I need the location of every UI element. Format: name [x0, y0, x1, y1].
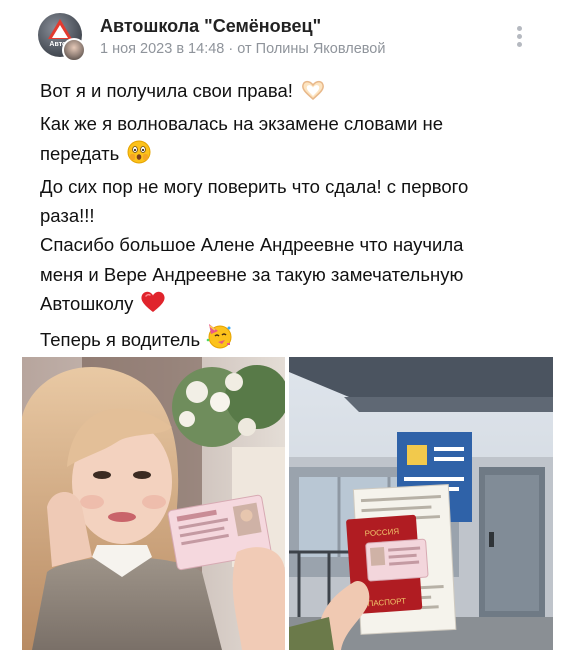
group-avatar[interactable]: Автор: [38, 13, 88, 63]
post-line: До сих пор не могу поверить что сдала! с…: [40, 175, 469, 197]
partying-face-emoji: [205, 322, 233, 358]
author-avatar[interactable]: [62, 38, 86, 62]
red-heart-emoji: [140, 290, 166, 322]
group-name[interactable]: Автошкола "Семёновец": [100, 16, 321, 37]
more-options-icon[interactable]: [509, 26, 529, 52]
photo-girl-with-license[interactable]: [22, 357, 285, 650]
post-header: Автор Автошкола "Семёновец" 1 ноя 2023 в…: [0, 0, 575, 72]
post-line: передать: [40, 142, 120, 164]
post-line: раза!!!: [40, 205, 95, 227]
post-date-line[interactable]: 1 ноя 2023 в 14:48 · от Полины Яковлевой: [100, 41, 385, 57]
post-line: Вот я и получила свои права!: [40, 80, 293, 101]
photo-documents-at-building[interactable]: РОССИЯ ПАСПОРТ: [289, 357, 553, 650]
post-line: Теперь я водитель: [40, 329, 201, 351]
post-line: Как же я волновалась на экзамене словами…: [40, 113, 444, 135]
post-text: Вот я и получила свои права! Как же я во…: [40, 76, 550, 359]
post-line: меня и Вере Андреевне за такую замечател…: [40, 263, 464, 285]
astonished-face-emoji: [127, 140, 151, 172]
post-line: Спасибо большое Алене Андреевне что науч…: [40, 234, 464, 256]
heart-hands-emoji: [301, 79, 325, 109]
post-line: Автошколу: [40, 293, 134, 315]
